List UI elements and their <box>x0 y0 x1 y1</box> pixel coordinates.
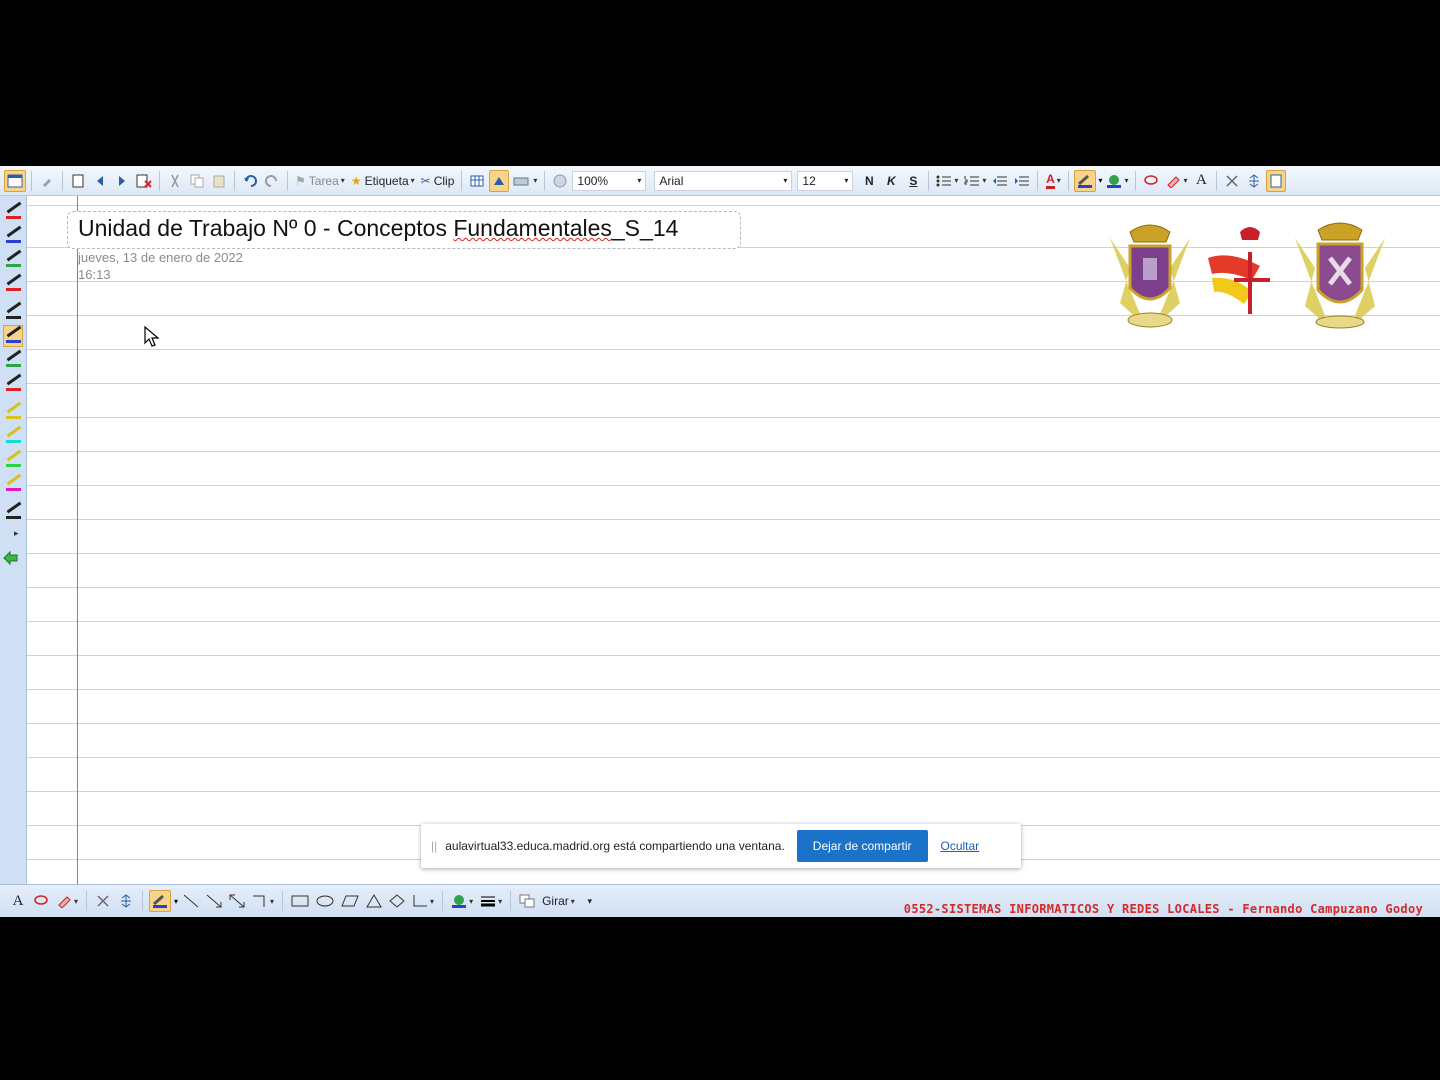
ellipse-icon[interactable] <box>314 890 336 912</box>
flag-icon: ⚑ <box>295 173 306 188</box>
pen-tool-icon[interactable] <box>4 449 22 470</box>
numbered-list-icon[interactable]: ▾ <box>962 170 988 192</box>
pen-tool-icon[interactable] <box>4 201 22 222</box>
pen-tool-icon[interactable] <box>3 325 23 347</box>
mouse-pointer-icon <box>144 325 160 353</box>
lasso-icon[interactable] <box>31 890 51 912</box>
stop-sharing-button[interactable]: Dejar de compartir <box>796 830 928 862</box>
insert-space-icon[interactable] <box>1244 170 1264 192</box>
close-icon[interactable] <box>1222 170 1242 192</box>
pen-tool-icon[interactable] <box>4 501 22 522</box>
pen-tool-icon[interactable] <box>4 473 22 494</box>
star-icon: ★ <box>350 173 362 188</box>
rectangle-icon[interactable] <box>289 890 311 912</box>
page-tabs-icon[interactable] <box>1266 169 1287 192</box>
crowned-letter-emblem <box>1208 227 1270 314</box>
pen-tool-icon[interactable] <box>4 425 22 446</box>
pen-tool-icon[interactable] <box>4 225 22 246</box>
main-toolbar: ⚑ Tarea ▾ ★ Etiqueta ▾ ✂ Clip ▾ 100% ▾ Arial ▾ … <box>0 166 1440 196</box>
eraser-icon[interactable]: ▾ <box>54 890 80 912</box>
close-icon[interactable] <box>93 890 113 912</box>
task-flag-button[interactable]: ⚑ Tarea ▾ <box>293 170 347 192</box>
axis-icon[interactable]: ▾ <box>410 890 436 912</box>
eraser-icon[interactable]: ▾ <box>1163 170 1189 192</box>
table-icon[interactable] <box>467 170 487 192</box>
pen-color-icon[interactable] <box>149 890 172 912</box>
forward-arrow-icon[interactable] <box>112 170 132 192</box>
shield-emblem <box>1295 222 1385 329</box>
screen-clip-icon[interactable] <box>489 169 510 192</box>
double-arrow-icon[interactable] <box>227 890 247 912</box>
zoom-select[interactable]: 100% ▾ <box>572 170 647 191</box>
page-date: jueves, 13 de enero de 2022 <box>78 250 243 265</box>
emblems <box>1110 222 1385 329</box>
delete-page-icon[interactable] <box>134 170 154 192</box>
insert-space-icon[interactable] <box>116 890 136 912</box>
connector-icon[interactable]: ▾ <box>250 890 276 912</box>
new-page-icon[interactable] <box>68 170 88 192</box>
text-style-button[interactable]: A <box>8 890 28 912</box>
page-title[interactable]: Unidad de Trabajo Nº 0 - Conceptos Funda… <box>78 215 678 242</box>
copy-icon[interactable] <box>187 170 207 192</box>
highlight-pen-icon[interactable] <box>1074 169 1097 192</box>
tag-button[interactable]: ★ Etiqueta ▾ <box>349 170 417 192</box>
font-family-select[interactable]: Arial ▾ <box>654 170 793 191</box>
drag-handle-icon[interactable]: || <box>431 839 437 853</box>
fill-color-icon[interactable]: ▾ <box>449 890 475 912</box>
share-message: aulavirtual33.educa.madrid.org está comp… <box>445 839 785 853</box>
more-pens-icon[interactable]: ▸ <box>14 528 19 539</box>
notebook-window: ⚑ Tarea ▾ ★ Etiqueta ▾ ✂ Clip ▾ 100% ▾ Arial ▾ … <box>0 166 1440 917</box>
decrease-indent-icon[interactable] <box>990 170 1010 192</box>
pens-toolbar: ▸ <box>0 196 27 884</box>
toolbar-options-icon[interactable]: ▾ <box>580 890 600 912</box>
insert-link-icon[interactable]: ▾ <box>511 170 539 192</box>
italic-button[interactable]: K <box>881 170 901 192</box>
pen-tool-icon[interactable] <box>4 349 22 370</box>
pen-tool-icon[interactable] <box>4 273 22 294</box>
redo-icon[interactable] <box>262 170 282 192</box>
line-weight-icon[interactable]: ▾ <box>478 890 504 912</box>
coat-of-arms-emblem <box>1110 224 1190 328</box>
margin-line <box>77 196 78 884</box>
arrange-icon[interactable] <box>517 890 537 912</box>
font-size-select[interactable]: 12 ▾ <box>797 170 854 191</box>
page-view-icon[interactable] <box>4 169 26 192</box>
increase-indent-icon[interactable] <box>1012 170 1032 192</box>
pen-tool-icon[interactable] <box>4 301 22 322</box>
arrow-icon[interactable] <box>204 890 224 912</box>
triangle-icon[interactable] <box>364 890 384 912</box>
text-style-button[interactable]: A <box>1191 170 1211 192</box>
back-arrow-icon[interactable] <box>90 170 110 192</box>
font-color-button[interactable]: A ▾ <box>1043 170 1063 192</box>
rotate-button[interactable]: Girar ▾ <box>540 890 577 912</box>
pen-tool-icon[interactable] <box>4 249 22 270</box>
cut-icon[interactable] <box>165 170 185 192</box>
zoom-icon[interactable] <box>550 170 570 192</box>
clip-button[interactable]: ✂ Clip <box>419 170 457 192</box>
undo-icon[interactable] <box>240 170 260 192</box>
pin-icon[interactable] <box>37 170 57 192</box>
back-green-arrow-icon[interactable] <box>3 550 19 571</box>
clip-icon: ✂ <box>420 173 431 188</box>
lasso-icon[interactable] <box>1141 170 1161 192</box>
screen-share-banner: || aulavirtual33.educa.madrid.org está c… <box>421 824 1021 868</box>
parallelogram-icon[interactable] <box>339 890 361 912</box>
paste-icon[interactable] <box>209 170 229 192</box>
diamond-icon[interactable] <box>387 890 407 912</box>
bold-button[interactable]: N <box>859 170 879 192</box>
strikethrough-button[interactable]: S <box>903 170 923 192</box>
page-time: 16:13 <box>78 267 111 282</box>
hide-link[interactable]: Ocultar <box>941 839 980 853</box>
line-icon[interactable] <box>181 890 201 912</box>
fill-color-icon[interactable]: ▾ <box>1104 170 1130 192</box>
pen-tool-icon[interactable] <box>4 373 22 394</box>
course-credit: 0552-SISTEMAS INFORMATICOS Y REDES LOCAL… <box>903 902 1423 916</box>
pen-tool-icon[interactable] <box>4 401 22 422</box>
bullet-list-icon[interactable]: ▾ <box>934 170 960 192</box>
